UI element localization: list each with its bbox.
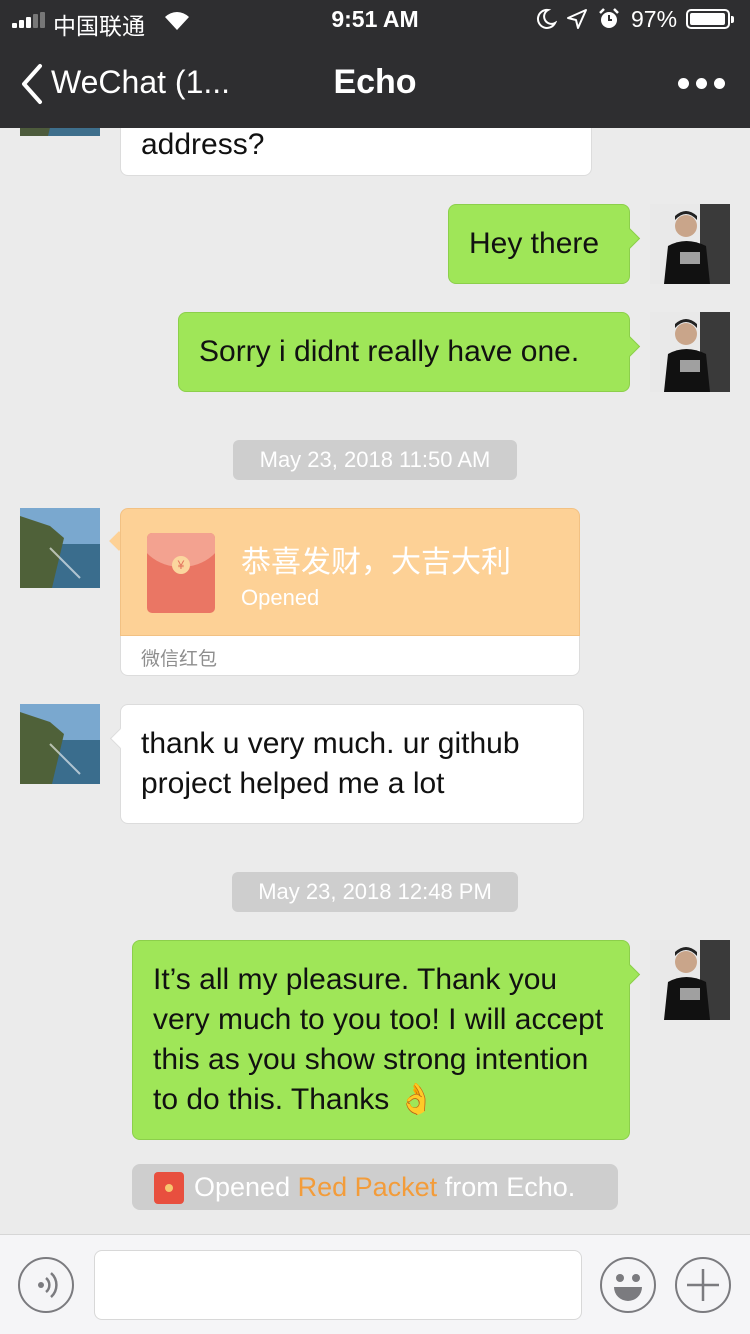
red-packet-title: 恭喜发财，大吉大利 [241,545,511,580]
emoji-button[interactable] [600,1257,656,1313]
timestamp: May 23, 2018 11:50 AM [233,440,517,480]
more-options-icon[interactable] [676,70,726,98]
alarm-clock-icon [599,8,619,28]
system-message-text: Opened Red Packet from Echo. [194,1164,575,1210]
red-packet-body: ¥ 恭喜发财，大吉大利 Opened [120,508,580,636]
red-packet-small-icon [154,1172,184,1204]
contact-avatar[interactable] [20,508,100,588]
message-text: It’s all my pleasure. Thank you very muc… [153,963,604,1116]
red-envelope-icon: ¥ [147,533,215,613]
red-packet-status: Opened [241,585,320,610]
my-avatar[interactable] [650,204,730,284]
voice-icon [38,1272,58,1298]
message-text: Hey there [469,227,600,260]
location-arrow-icon [567,9,587,29]
status-bar: 中国联通 9:51 AM 97% [0,0,750,40]
incoming-message-bubble[interactable]: thank u very much. ur github project hel… [109,704,584,824]
timestamp: May 23, 2018 12:48 PM [232,872,518,912]
do-not-disturb-moon-icon [536,8,557,29]
navigation-bar: 中国联通 9:51 AM 97% WeChat (1... Echo [0,0,750,128]
red-packet-footer: 微信红包 [120,636,580,676]
battery-icon [686,9,734,29]
voice-input-button[interactable] [18,1257,74,1313]
red-packet-system-message[interactable]: Opened Red Packet from Echo. [132,1164,618,1210]
my-avatar[interactable] [650,312,730,392]
red-packet-link[interactable]: Red Packet [298,1172,438,1202]
outgoing-message-bubble[interactable]: Hey there [448,204,641,284]
message-text: thank u very much. ur github project hel… [141,727,520,800]
contact-avatar[interactable] [20,128,100,136]
outgoing-message-bubble[interactable]: Sorry i didnt really have one. [178,312,641,392]
battery-percentage: 97% [631,6,678,32]
plus-icon [687,1269,719,1301]
incoming-message-bubble[interactable]: address? [120,128,592,176]
input-bar [0,1234,750,1334]
red-packet-card[interactable]: ¥ 恭喜发财，大吉大利 Opened 微信红包 [109,508,580,676]
chat-title: Echo [333,63,417,101]
outgoing-message-bubble[interactable]: It’s all my pleasure. Thank you very muc… [132,940,641,1140]
more-functions-button[interactable] [675,1257,731,1313]
message-input[interactable] [94,1250,582,1320]
battery-nub [731,16,734,23]
system-message-suffix: from Echo. [444,1172,576,1202]
battery-fill [690,13,725,25]
chat-area[interactable]: address? Hey there Sorry i didnt really … [0,128,750,1234]
red-packet-label: 微信红包 [141,648,218,670]
contact-avatar[interactable] [20,704,100,784]
message-text: address? [141,128,265,161]
smiley-face-icon [614,1274,642,1301]
my-avatar[interactable] [650,940,730,1020]
message-text: Sorry i didnt really have one. [199,335,580,368]
system-message-prefix: Opened [194,1172,291,1202]
